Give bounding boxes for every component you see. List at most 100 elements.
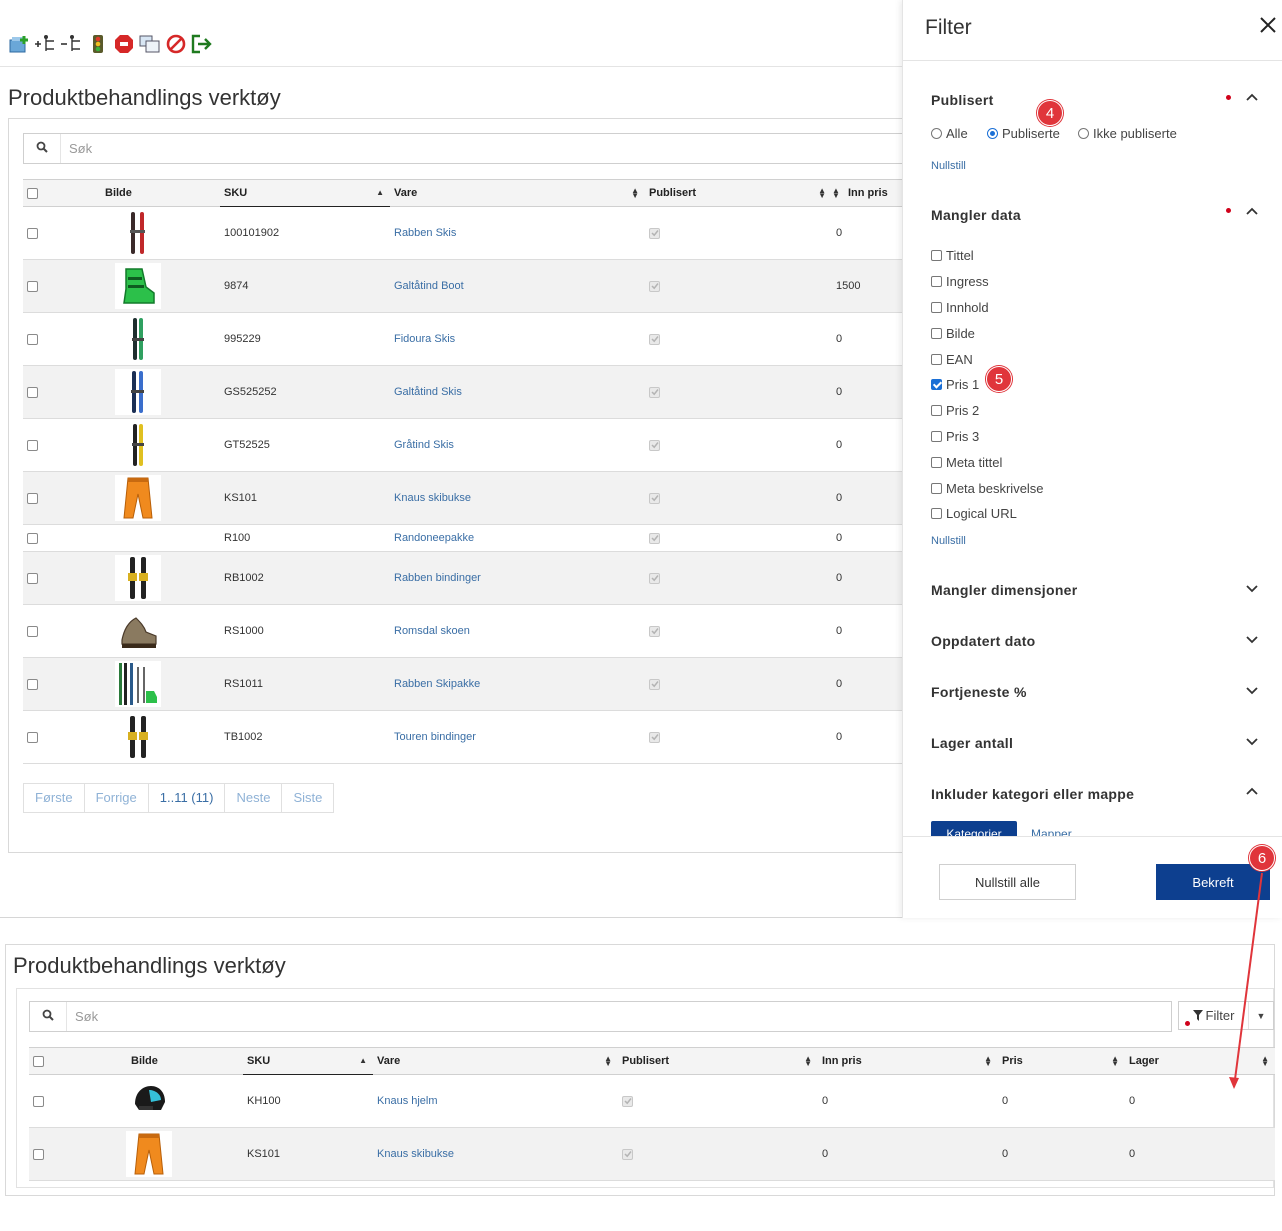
row-select-cell[interactable]: [23, 551, 63, 605]
publisert-reset-link[interactable]: Nullstill: [931, 160, 966, 172]
column-header-pris[interactable]: Pris ▲ ▼: [998, 1047, 1125, 1075]
product-link[interactable]: Rabben Skis: [394, 227, 456, 239]
section-title[interactable]: Oppdatert dato: [931, 633, 1036, 649]
table-row[interactable]: RS1011 Rabben Skipakke 0: [23, 657, 903, 711]
radio-publiserte[interactable]: Publiserte: [987, 126, 1060, 141]
section-title[interactable]: Lager antall: [931, 735, 1013, 751]
option-checkbox[interactable]: [931, 456, 942, 468]
section-inkluder-title[interactable]: Inkluder kategori eller mappe: [931, 786, 1134, 802]
pager-current[interactable]: 1..11 (11): [149, 784, 226, 812]
collapsed-section[interactable]: Fortjeneste %: [931, 684, 1271, 735]
column-header-publisert[interactable]: Publisert ▲ ▼: [645, 179, 832, 207]
row-select-cell[interactable]: [23, 524, 63, 552]
table-row[interactable]: KH100 Knaus hjelm 0 0 0: [29, 1074, 1275, 1128]
copy-icon[interactable]: [138, 31, 162, 57]
select-all-header[interactable]: [23, 179, 63, 207]
section-title[interactable]: Fortjeneste %: [931, 684, 1027, 700]
column-header-publisert[interactable]: Publisert ▲ ▼: [618, 1047, 818, 1075]
select-all-header[interactable]: [29, 1047, 71, 1075]
chevron-up-icon[interactable]: [1245, 784, 1259, 798]
row-checkbox[interactable]: [27, 731, 38, 743]
radio-ikke-publiserte[interactable]: Ikke publiserte: [1078, 126, 1177, 141]
row-checkbox[interactable]: [33, 1095, 44, 1107]
column-header-vare[interactable]: Vare ▲ ▼: [373, 1047, 618, 1075]
mangler-option[interactable]: Tittel: [931, 243, 1044, 269]
table-row[interactable]: R100 Randoneepakke 0: [23, 524, 903, 552]
product-link[interactable]: Rabben bindinger: [394, 572, 481, 584]
pager-next[interactable]: Neste: [225, 784, 283, 812]
section-publisert-title[interactable]: Publisert: [931, 92, 994, 108]
row-select-cell[interactable]: [29, 1127, 71, 1181]
sort-icon[interactable]: ▲ ▼: [984, 1055, 992, 1068]
block-icon[interactable]: [164, 31, 188, 57]
radio-button[interactable]: [1078, 128, 1089, 139]
option-checkbox[interactable]: [931, 276, 942, 288]
table-row[interactable]: KS101 Knaus skibukse 0: [23, 471, 903, 525]
row-select-cell[interactable]: [23, 471, 63, 525]
row-checkbox[interactable]: [27, 678, 38, 690]
table-row[interactable]: 9874 Galtåtind Boot 1500: [23, 259, 903, 313]
mangler-option[interactable]: Logical URL: [931, 501, 1044, 527]
chevron-down-icon[interactable]: [1245, 735, 1259, 754]
column-header-inn-pris[interactable]: ▲ ▼ Inn pris: [832, 179, 903, 207]
product-link[interactable]: Knaus hjelm: [377, 1095, 438, 1107]
mangler-option[interactable]: Ingress: [931, 269, 1044, 295]
close-icon[interactable]: [1259, 14, 1277, 40]
traffic-light-icon[interactable]: [86, 31, 110, 57]
chevron-down-icon[interactable]: [1245, 684, 1259, 703]
mangler-data-reset-link[interactable]: Nullstill: [931, 535, 966, 547]
mangler-option[interactable]: Innhold: [931, 295, 1044, 321]
section-title[interactable]: Mangler dimensjoner: [931, 582, 1078, 598]
product-link[interactable]: Touren bindinger: [394, 731, 476, 743]
column-header-vare[interactable]: Vare ▲ ▼: [390, 179, 645, 207]
product-link[interactable]: Randoneepakke: [394, 532, 474, 544]
pager-first[interactable]: Første: [24, 784, 85, 812]
product-link[interactable]: Gråtind Skis: [394, 439, 454, 451]
mangler-option[interactable]: Bilde: [931, 320, 1044, 346]
row-select-cell[interactable]: [23, 312, 63, 366]
product-link[interactable]: Fidoura Skis: [394, 333, 455, 345]
select-all-checkbox[interactable]: [27, 187, 38, 199]
collapsed-section[interactable]: Oppdatert dato: [931, 633, 1271, 684]
radio-button-selected[interactable]: [987, 128, 998, 139]
add-node-icon[interactable]: [34, 31, 58, 57]
row-checkbox[interactable]: [27, 532, 38, 544]
add-product-icon[interactable]: [8, 31, 32, 57]
option-checkbox[interactable]: [931, 301, 942, 313]
option-checkbox[interactable]: [931, 379, 942, 391]
row-checkbox[interactable]: [33, 1148, 44, 1160]
chevron-down-icon[interactable]: [1245, 582, 1259, 601]
product-link[interactable]: Galtåtind Skis: [394, 386, 462, 398]
product-link[interactable]: Romsdal skoen: [394, 625, 470, 637]
product-link[interactable]: Galtåtind Boot: [394, 280, 464, 292]
mangler-option[interactable]: Meta beskrivelse: [931, 475, 1044, 501]
product-link[interactable]: Knaus skibukse: [377, 1148, 454, 1160]
option-checkbox[interactable]: [931, 508, 942, 520]
table-row[interactable]: RB1002 Rabben bindinger 0: [23, 551, 903, 605]
row-checkbox[interactable]: [27, 492, 38, 504]
row-select-cell[interactable]: [23, 206, 63, 260]
option-checkbox[interactable]: [931, 405, 942, 417]
chevron-up-icon[interactable]: [1245, 90, 1259, 104]
row-select-cell[interactable]: [23, 365, 63, 419]
tab-kategorier[interactable]: Kategorier: [931, 821, 1017, 837]
pager-last[interactable]: Siste: [282, 784, 333, 812]
sort-icon[interactable]: ▲ ▼: [818, 187, 826, 200]
table-row[interactable]: 995229 Fidoura Skis 0: [23, 312, 903, 366]
table-row[interactable]: 100101902 Rabben Skis 0: [23, 206, 903, 260]
sort-icon[interactable]: ▲ ▼: [1111, 1055, 1119, 1068]
column-header-sku[interactable]: SKU ▲: [220, 179, 390, 207]
table-row[interactable]: RS1000 Romsdal skoen 0: [23, 604, 903, 658]
table-row[interactable]: GT52525 Gråtind Skis 0: [23, 418, 903, 472]
row-select-cell[interactable]: [23, 259, 63, 313]
mangler-option[interactable]: EAN: [931, 346, 1044, 372]
sort-icon[interactable]: ▲ ▼: [631, 187, 639, 200]
mangler-option[interactable]: Pris 3: [931, 424, 1044, 450]
sort-icon[interactable]: ▲ ▼: [604, 1055, 612, 1068]
row-checkbox[interactable]: [27, 227, 38, 239]
exit-icon[interactable]: [190, 31, 214, 57]
collapsed-section[interactable]: Mangler dimensjoner: [931, 582, 1271, 633]
search-input[interactable]: [66, 1002, 1171, 1031]
row-checkbox[interactable]: [27, 386, 38, 398]
row-checkbox[interactable]: [27, 280, 38, 292]
